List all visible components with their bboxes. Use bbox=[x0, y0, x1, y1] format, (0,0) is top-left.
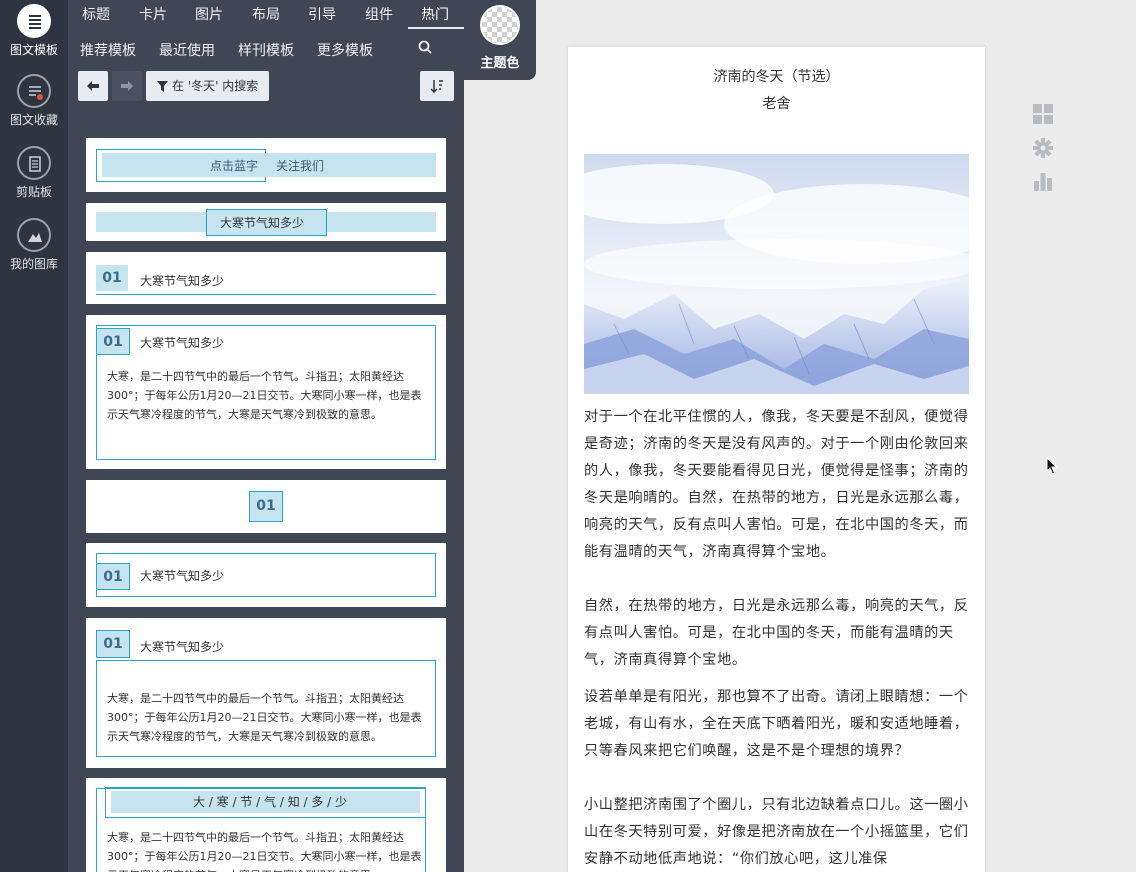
heading-text: 大寒节气知多少 bbox=[140, 640, 225, 654]
banner-title: 大寒节气知多少 bbox=[220, 216, 305, 230]
sort-button[interactable] bbox=[420, 71, 454, 101]
filter-icon bbox=[157, 81, 168, 92]
subtab-recommended[interactable]: 推荐模板 bbox=[80, 40, 136, 60]
sidebar-item-gallery[interactable]: 我的图库 bbox=[0, 218, 68, 272]
paragraph-text: 大寒，是二十四节气中的最后一个节气。斗指丑；太阳黄经达300°；于每年公历1月2… bbox=[107, 831, 422, 872]
heading-text: 大寒节气知多少 bbox=[140, 569, 225, 583]
template-card-numbered-box[interactable]: 01 大寒节气知多少 bbox=[86, 543, 446, 607]
arrow-left-icon bbox=[87, 81, 99, 91]
heading-text: 大寒节气知多少 bbox=[140, 336, 225, 350]
sidebar-item-label: 图文收藏 bbox=[9, 113, 58, 127]
bar-chart-icon[interactable] bbox=[1033, 171, 1053, 195]
tab-hot[interactable]: 热门 bbox=[421, 4, 449, 24]
number-badge: 01 bbox=[249, 491, 283, 522]
tab-image[interactable]: 图片 bbox=[195, 4, 223, 24]
search-in-scope-button[interactable]: 在 '冬天' 内搜索 bbox=[146, 71, 269, 101]
grid-icon[interactable] bbox=[1033, 104, 1053, 128]
hero-image bbox=[584, 154, 969, 394]
template-card-spaced-title[interactable]: 大 / 寒 / 节 / 气 / 知 / 多 / 少 大寒，是二十四节气中的最后一… bbox=[86, 778, 446, 872]
article-paragraph: 对于一个在北平住惯的人，像我，冬天要是不刮风，便觉得是奇迹；济南的冬天是没有风声… bbox=[584, 409, 969, 560]
list-icon bbox=[17, 4, 51, 38]
arrow-right-icon bbox=[121, 81, 133, 91]
number-badge: 01 bbox=[96, 630, 130, 658]
gear-icon[interactable] bbox=[1033, 138, 1053, 162]
gallery-icon bbox=[17, 218, 51, 252]
article-paragraph: 设若单单是有阳光，那也算不了出奇。请闭上眼睛想：一个老城，有山有水，全在天底下晒… bbox=[584, 689, 969, 759]
sidebar-item-label: 图文模板 bbox=[9, 43, 58, 57]
number-badge: 01 bbox=[96, 265, 128, 291]
tab-component[interactable]: 组件 bbox=[365, 4, 393, 24]
sidebar-item-favorites[interactable]: 图文收藏 bbox=[0, 74, 68, 128]
number-badge: 01 bbox=[96, 328, 130, 355]
mouse-cursor-icon bbox=[1046, 456, 1058, 479]
transparent-swatch-icon[interactable] bbox=[480, 5, 520, 45]
article-author: 老舍 bbox=[762, 96, 791, 112]
clipboard-icon bbox=[17, 146, 51, 180]
tab-layout[interactable]: 布局 bbox=[252, 4, 280, 24]
template-card-numbered-article[interactable]: 01 大寒节气知多少 大寒，是二十四节气中的最后一个节气。斗指丑；太阳黄经达30… bbox=[86, 618, 446, 768]
follow-right-text: 关注我们 bbox=[276, 159, 325, 173]
subtab-magazine[interactable]: 样刊模板 bbox=[238, 40, 294, 60]
template-card-numbered-heading[interactable]: 01 大寒节气知多少 bbox=[86, 252, 446, 304]
search-scope-label: 在 '冬天' 内搜索 bbox=[172, 79, 259, 93]
paragraph-text: 大寒，是二十四节气中的最后一个节气。斗指丑；太阳黄经达300°；于每年公历1月2… bbox=[107, 370, 422, 421]
template-card-numbered-paragraph[interactable]: 01 大寒节气知多少 大寒，是二十四节气中的最后一个节气。斗指丑；太阳黄经达30… bbox=[86, 315, 446, 469]
back-button[interactable] bbox=[78, 71, 108, 101]
active-tab-indicator bbox=[408, 27, 464, 29]
subtab-more[interactable]: 更多模板 bbox=[317, 40, 373, 60]
heading-text: 大寒节气知多少 bbox=[140, 274, 225, 288]
sidebar-item-clipboard[interactable]: 剪贴板 bbox=[0, 146, 68, 200]
sidebar-item-templates[interactable]: 图文模板 bbox=[0, 4, 68, 58]
sort-icon bbox=[430, 80, 443, 94]
template-card-follow[interactable]: 点击蓝字 关注我们 bbox=[86, 138, 446, 192]
theme-color-label: 主题色 bbox=[480, 56, 520, 71]
sidebar-item-label: 我的图库 bbox=[9, 257, 58, 271]
paragraph-text: 大寒，是二十四节气中的最后一个节气。斗指丑；太阳黄经达300°；于每年公历1月2… bbox=[107, 692, 422, 743]
forward-button[interactable] bbox=[112, 71, 142, 101]
follow-left-text: 点击蓝字 bbox=[210, 159, 259, 173]
template-card-number-only[interactable]: 01 bbox=[86, 480, 446, 533]
theme-color-panel[interactable]: 主题色 bbox=[464, 0, 536, 80]
article-paragraph: 小山整把济南围了个圈儿，只有北边缺着点口儿。这一圈小山在冬天特别可爱，好像是把济… bbox=[584, 797, 969, 867]
template-card-title-banner[interactable]: 大寒节气知多少 bbox=[86, 203, 446, 241]
favorites-icon bbox=[17, 74, 51, 108]
sidebar-item-label: 剪贴板 bbox=[15, 185, 52, 199]
article-editor[interactable]: 济南的冬天（节选） 老舍 对于一个在北平住惯的人，像我，冬天要是不刮风，便觉得是… bbox=[568, 47, 985, 872]
tab-title[interactable]: 标题 bbox=[82, 4, 110, 24]
tab-guide[interactable]: 引导 bbox=[308, 4, 336, 24]
tab-card[interactable]: 卡片 bbox=[139, 4, 167, 24]
subtab-recent[interactable]: 最近使用 bbox=[159, 40, 215, 60]
spaced-title-text: 大 / 寒 / 节 / 气 / 知 / 多 / 少 bbox=[193, 795, 348, 809]
article-paragraph: 自然，在热带的地方，日光是永远那么毒，响亮的天气，反有点叫人害怕。可是，在北中国… bbox=[584, 598, 969, 668]
article-title: 济南的冬天（节选） bbox=[713, 69, 840, 85]
number-badge: 01 bbox=[96, 563, 130, 590]
sidebar: 图文模板 图文收藏 剪贴板 我的图库 bbox=[0, 0, 68, 872]
search-icon[interactable] bbox=[418, 39, 432, 58]
